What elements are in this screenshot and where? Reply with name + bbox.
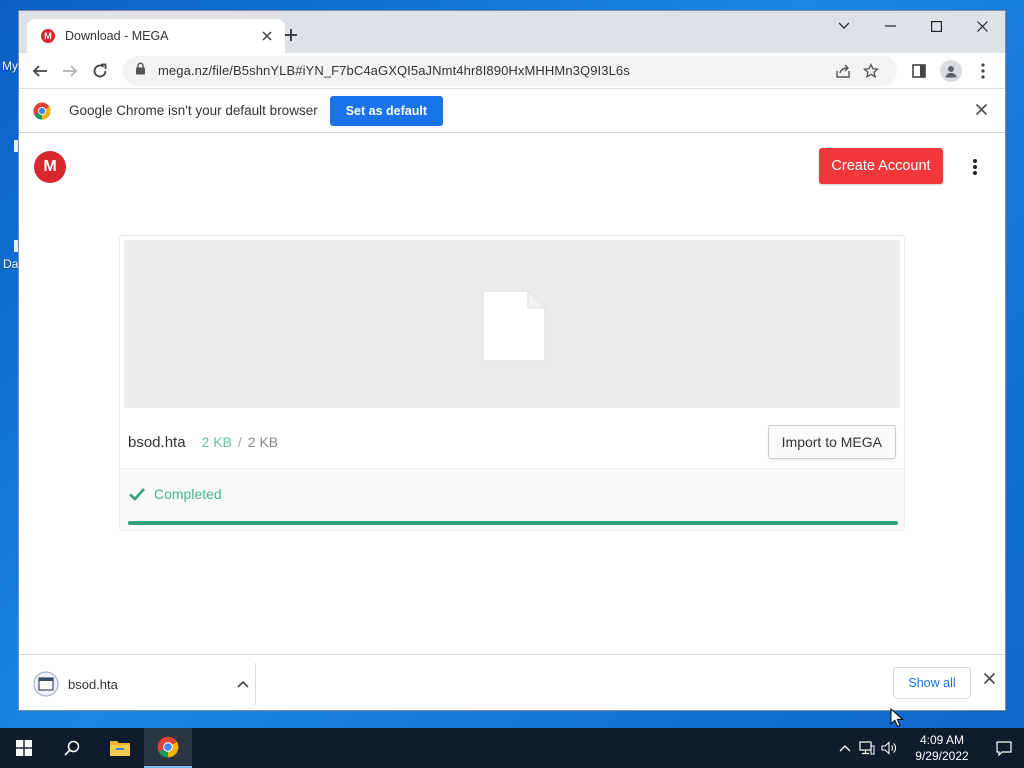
more-options-icon[interactable] [965,155,985,179]
infobar-message: Google Chrome isn't your default browser [69,103,318,118]
windows-taskbar: 4:09 AM 9/29/2022 [0,728,1024,768]
minimize-button[interactable] [867,11,913,41]
clock-date: 9/29/2022 [915,749,969,763]
side-panel-icon[interactable] [903,56,935,86]
address-bar[interactable]: mega.nz/file/B5shnYLB#iYN_F7bC4aGXQI5aJN… [123,55,897,86]
set-as-default-button[interactable]: Set as default [329,95,443,126]
show-hidden-icons-icon[interactable] [834,728,856,768]
mega-favicon-icon: M [41,29,55,43]
import-to-mega-button[interactable]: Import to MEGA [767,425,896,459]
chrome-icon [157,736,179,758]
clock-time: 4:09 AM [919,733,965,747]
download-item[interactable]: bsod.hta [33,669,257,699]
share-icon[interactable] [829,59,857,83]
tab-title: Download - MEGA [65,29,169,43]
start-button[interactable] [0,728,48,768]
shelf-divider [255,663,256,705]
windows-logo-icon [16,740,32,756]
lock-icon[interactable] [135,62,149,80]
chevron-up-icon[interactable] [237,675,257,693]
new-tab-button[interactable] [279,24,303,48]
file-explorer-button[interactable] [96,728,144,768]
file-preview [124,240,900,408]
size-separator: / [237,434,242,450]
progress-fill [128,521,898,525]
chrome-taskbar-button[interactable] [144,728,192,768]
close-window-button[interactable] [959,11,1005,41]
mega-page: M Create Account bsod.hta 2 KB / 2 KB Im… [19,135,1005,655]
chrome-menu-icon[interactable] [967,56,999,86]
volume-icon[interactable] [878,728,900,768]
forward-button[interactable] [55,56,85,86]
total-size: 2 KB [247,434,279,450]
search-icon [64,740,80,756]
tab-search-icon[interactable] [821,11,867,41]
taskbar-clock[interactable]: 4:09 AM 9/29/2022 [906,732,978,764]
mouse-cursor-icon [890,708,904,728]
progress-bar [128,521,898,525]
file-name: bsod.hta [128,433,186,451]
download-item-name: bsod.hta [68,676,118,692]
maximize-button[interactable] [913,11,959,41]
notification-icon [996,740,1012,756]
show-all-button[interactable]: Show all [893,667,971,699]
folder-icon [110,741,130,756]
action-center-button[interactable] [984,728,1024,768]
checkmark-icon [129,488,145,501]
tab-close-icon[interactable] [259,28,275,44]
browser-tab[interactable]: M Download - MEGA [27,19,285,53]
generic-file-icon [482,290,546,362]
download-shelf: bsod.hta Show all [19,654,1005,710]
browser-window: M Download - MEGA mega.nz/file/B5shnYLB#… [18,10,1006,711]
system-tray: 4:09 AM 9/29/2022 [834,728,1024,768]
reload-button[interactable] [85,56,115,86]
window-controls [821,11,1005,41]
shelf-close-icon[interactable] [979,671,999,695]
profile-button[interactable] [935,56,967,86]
browser-toolbar: mega.nz/file/B5shnYLB#iYN_F7bC4aGXQI5aJN… [19,53,1005,89]
back-button[interactable] [25,56,55,86]
chrome-logo-icon [33,102,51,120]
desktop-icon-label[interactable]: My [2,59,18,73]
file-card: bsod.hta 2 KB / 2 KB Import to MEGA Comp… [119,235,905,531]
network-icon[interactable] [856,728,878,768]
bookmark-star-icon[interactable] [857,59,885,83]
file-info-row: bsod.hta 2 KB / 2 KB Import to MEGA [120,418,904,466]
avatar-icon [940,59,962,82]
create-account-button[interactable]: Create Account [819,148,943,184]
taskbar-search-button[interactable] [48,728,96,768]
download-status-area: Completed [120,468,904,530]
mega-logo-icon[interactable]: M [34,151,66,183]
status-text: Completed [154,486,222,502]
hta-file-icon [33,671,59,697]
desktop-icon-label[interactable]: Da [3,257,18,271]
default-browser-infobar: Google Chrome isn't your default browser… [19,89,1005,133]
url-text[interactable]: mega.nz/file/B5shnYLB#iYN_F7bC4aGXQI5aJN… [158,63,829,78]
downloaded-size: 2 KB [201,434,232,450]
title-bar: M Download - MEGA [19,11,1005,53]
infobar-close-icon[interactable] [971,102,991,120]
